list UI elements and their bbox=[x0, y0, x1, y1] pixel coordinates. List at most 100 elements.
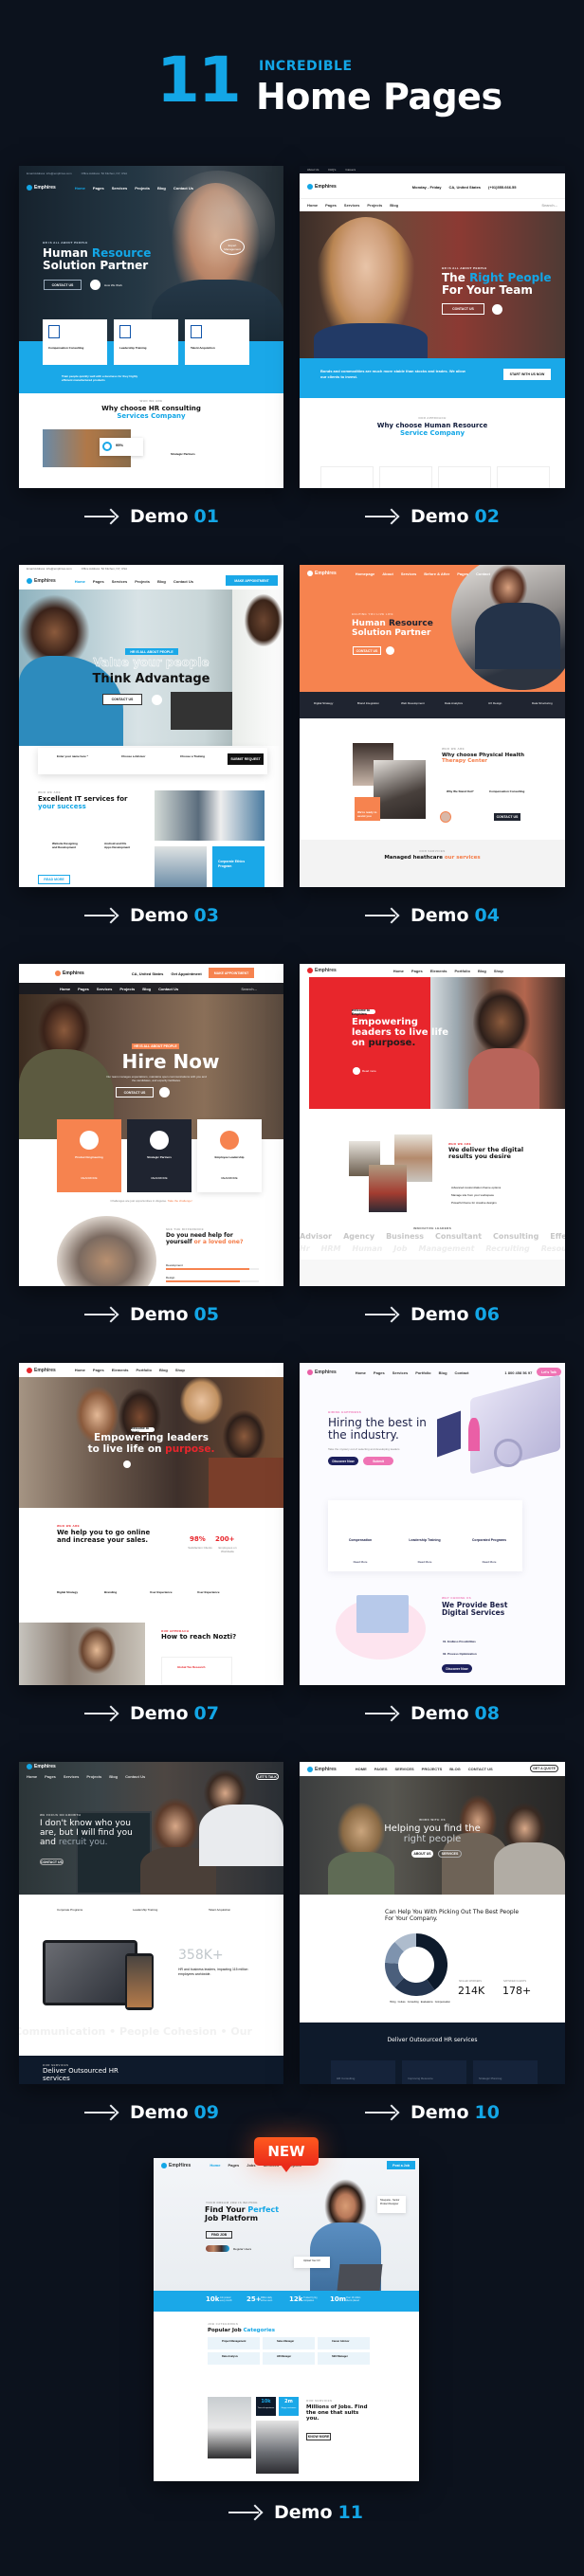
demo-03-feature: Android and IOs Apps Development bbox=[104, 842, 131, 850]
demo-01-video-link: How We Work bbox=[104, 283, 123, 287]
donut-slice-compensation bbox=[394, 1933, 417, 1952]
demo-07-headline: Empowering leaders to live life on purpos… bbox=[87, 1432, 215, 1455]
demo-02-link[interactable]: Demo 02 bbox=[290, 504, 575, 529]
demo-01-kicker: HR IS ALL ABOUT PEOPLE bbox=[43, 241, 88, 245]
demo-08-list-item: 02. Process Optimization bbox=[443, 1652, 477, 1656]
demo-08-nav: Emphires Home Pages Services Portfolio Blog C… bbox=[300, 1363, 565, 1382]
demo-03-link[interactable]: Demo 03 bbox=[9, 903, 294, 928]
demo-03-section-title: Excellent IT services for your success bbox=[38, 795, 128, 810]
demo-08-cta: Discover Now bbox=[328, 1457, 358, 1465]
play-icon bbox=[123, 1460, 131, 1468]
arrow-right-icon bbox=[84, 510, 119, 523]
demo-10-about-button: ABOUT US bbox=[411, 1850, 433, 1858]
demo-10-services-button: SERVICES bbox=[438, 1850, 462, 1858]
demo-03-feature: Website Designing and Development bbox=[52, 842, 78, 850]
demo-11-float-card: Upload Your CV bbox=[294, 2257, 330, 2268]
arrow-right-icon bbox=[365, 510, 399, 523]
demo-04-point: Why We Stand Out? bbox=[447, 789, 474, 793]
demo-08-section-title: We Provide Best Digital Services bbox=[442, 1601, 508, 1618]
demo-08-link[interactable]: Demo 08 bbox=[290, 1701, 575, 1726]
demo-09-link[interactable]: Demo 09 bbox=[9, 2100, 294, 2125]
demo-04-section-title: Why choose Physical Health Therapy Center bbox=[442, 753, 525, 765]
demo-02-band-text: Bonds and commodities are much more stab… bbox=[320, 369, 465, 379]
demo-number: 04 bbox=[474, 905, 500, 926]
demo-03-promo-card: Corporate Ethics Program bbox=[212, 846, 265, 887]
demo-03-kicker: HR IS ALL ABOUT PEOPLE bbox=[125, 648, 178, 655]
demo-05-bar-label: Design bbox=[166, 1276, 175, 1279]
demo-label: Demo bbox=[130, 905, 189, 926]
demo-01-headline: Human Resource Solution Partner bbox=[43, 246, 152, 273]
demo-06-nav: Emphires Home Pages Elements Portfolio Blog S… bbox=[300, 964, 565, 977]
demo-06-link[interactable]: Demo 06 bbox=[290, 1302, 575, 1327]
demo-number: 10 bbox=[474, 2102, 500, 2123]
demo-07-stat-label: Employees on Worldwide bbox=[218, 1546, 237, 1554]
demo-08-section-kicker: WHY CHOOSE US bbox=[442, 1596, 471, 1600]
demo-04-services-bar: Digital Strategy Brand Integration Web D… bbox=[300, 692, 565, 718]
donut-slice-hiring bbox=[415, 1933, 447, 1990]
demo-05-preview[interactable]: Emphires CA, United States Get Appointmen… bbox=[19, 964, 283, 1286]
demo-11-users-label: Regular Users bbox=[233, 2247, 252, 2251]
demo-02-headline: The Right People For Your Team bbox=[442, 271, 552, 298]
demo-10-link[interactable]: Demo 10 bbox=[290, 2100, 575, 2125]
demo-05-team-photo bbox=[57, 1216, 156, 1286]
demo-08-preview[interactable]: Emphires Home Pages Services Portfolio Blog C… bbox=[300, 1363, 565, 1685]
demo-02-nav: Home Pages Services Projects Blog Search... bbox=[300, 198, 565, 211]
arrow-right-icon bbox=[84, 909, 119, 922]
demo-11-know-more-button: KNOW MORE bbox=[306, 2433, 331, 2440]
demo-10-dark-card: HR Consulting bbox=[331, 2060, 395, 2084]
demo-04-kicker: HELPING YOU LIVE LIFE bbox=[352, 612, 393, 616]
demo-07-feature: User Experience bbox=[150, 1590, 173, 1594]
demo-11-post-job-button: Post a Job bbox=[387, 2161, 415, 2169]
demo-11-tile: 10k Years of experience bbox=[256, 2397, 276, 2416]
demo-09-headline: I don't know who you are, but I will fin… bbox=[40, 1819, 133, 1848]
demo-06-preview[interactable]: Emphires Home Pages Elements Portfolio Blog S… bbox=[300, 964, 565, 1286]
demo-07-link[interactable]: Demo 07 bbox=[9, 1701, 294, 1726]
demo-01-link[interactable]: Demo 01 bbox=[9, 504, 294, 529]
demo-01-feature: Strategic Partners bbox=[171, 452, 195, 456]
demo-03-preview[interactable]: Email Address: info@emphires.com Office A… bbox=[19, 565, 283, 887]
demo-10-headline: Helping you find the right people bbox=[384, 1823, 481, 1845]
demo-11-link[interactable]: Demo 11 bbox=[154, 2500, 438, 2525]
demo-04-link[interactable]: Demo 04 bbox=[290, 903, 575, 928]
demo-09-stat: 358K+ bbox=[178, 1948, 224, 1963]
demo-04-services-title: Managed heathcare our services bbox=[384, 855, 481, 861]
donut-slice-consulting bbox=[385, 1962, 405, 1988]
demo-09-service: Talent Acquisition bbox=[209, 1908, 231, 1912]
demo-11-stats-bar: 10k 25+ 12k 10m Job posted every month M… bbox=[154, 2291, 419, 2312]
demo-03-appointment-button: MAKE APPOINTMENT bbox=[226, 575, 278, 586]
demo-05-service-card: Employee Leadership READMORE bbox=[197, 1119, 262, 1192]
avatar bbox=[440, 811, 451, 823]
demo-01-section-title: Why choose HR consulting Services Company bbox=[101, 405, 201, 421]
demo-03-headline: Think Advantage bbox=[92, 672, 210, 686]
demo-09-preview[interactable]: Emphires Home Pages Services Projects Blog Co… bbox=[19, 1762, 283, 2084]
demo-11-category: SEO Manager bbox=[318, 2352, 370, 2365]
demo-01-preview[interactable]: Email Address: info@emphires.com Office A… bbox=[19, 166, 283, 488]
arrow-right-icon bbox=[365, 1308, 399, 1321]
demo-number: 01 bbox=[193, 506, 219, 527]
demo-10-kicker: WORK WITH US bbox=[419, 1818, 446, 1822]
demo-02-preview[interactable]: About Us FAQ's Careers Emphires Monday - F… bbox=[300, 166, 565, 488]
demo-06-check-item: Powerful theme for creative designs bbox=[451, 1201, 497, 1205]
demo-07-stat-value: 200+ bbox=[215, 1535, 235, 1543]
demo-10-dark-card: Strategic Planning bbox=[473, 2060, 538, 2084]
demo-05-progress-bar bbox=[166, 1268, 259, 1270]
demo-10-stat-value: 214K bbox=[458, 1985, 485, 1997]
demo-07-section-title: We help you to go online and increase yo… bbox=[57, 1529, 151, 1544]
demo-08-list-item: 01. Endless Possibilities bbox=[443, 1640, 476, 1643]
demo-10-stat-value: 178+ bbox=[502, 1985, 532, 1997]
arrow-right-icon bbox=[228, 2506, 263, 2519]
demo-number: 02 bbox=[474, 506, 500, 527]
demo-07-preview[interactable]: Emphires Home Pages Elements Portfolio Blog S… bbox=[19, 1363, 283, 1685]
demo-04-preview[interactable]: Emphires Homepage About Services Before & A… bbox=[300, 565, 565, 887]
demo-05-link[interactable]: Demo 05 bbox=[9, 1302, 294, 1327]
demo-06-check-item: Manage site from your workspace bbox=[451, 1193, 495, 1197]
demo-02-section-title: Why choose Human Resource Service Company bbox=[376, 422, 488, 438]
demo-10-quote-button: GET A QUOTE bbox=[530, 1765, 558, 1772]
demo-09-service: Corporate Programs bbox=[57, 1908, 83, 1912]
donut-slice-evaluations bbox=[385, 1941, 405, 1965]
demo-11-preview[interactable]: EmpHires HomePagesJobsServicesProjects P… bbox=[154, 2158, 419, 2481]
demo-05-headline: Hire Now bbox=[121, 1050, 220, 1073]
demo-10-preview[interactable]: Emphires HOME PAGES SERVICES PROJECTS BLOG CO… bbox=[300, 1762, 565, 2084]
play-icon bbox=[492, 304, 502, 315]
demo-09-service: Leadership Training bbox=[133, 1908, 158, 1912]
